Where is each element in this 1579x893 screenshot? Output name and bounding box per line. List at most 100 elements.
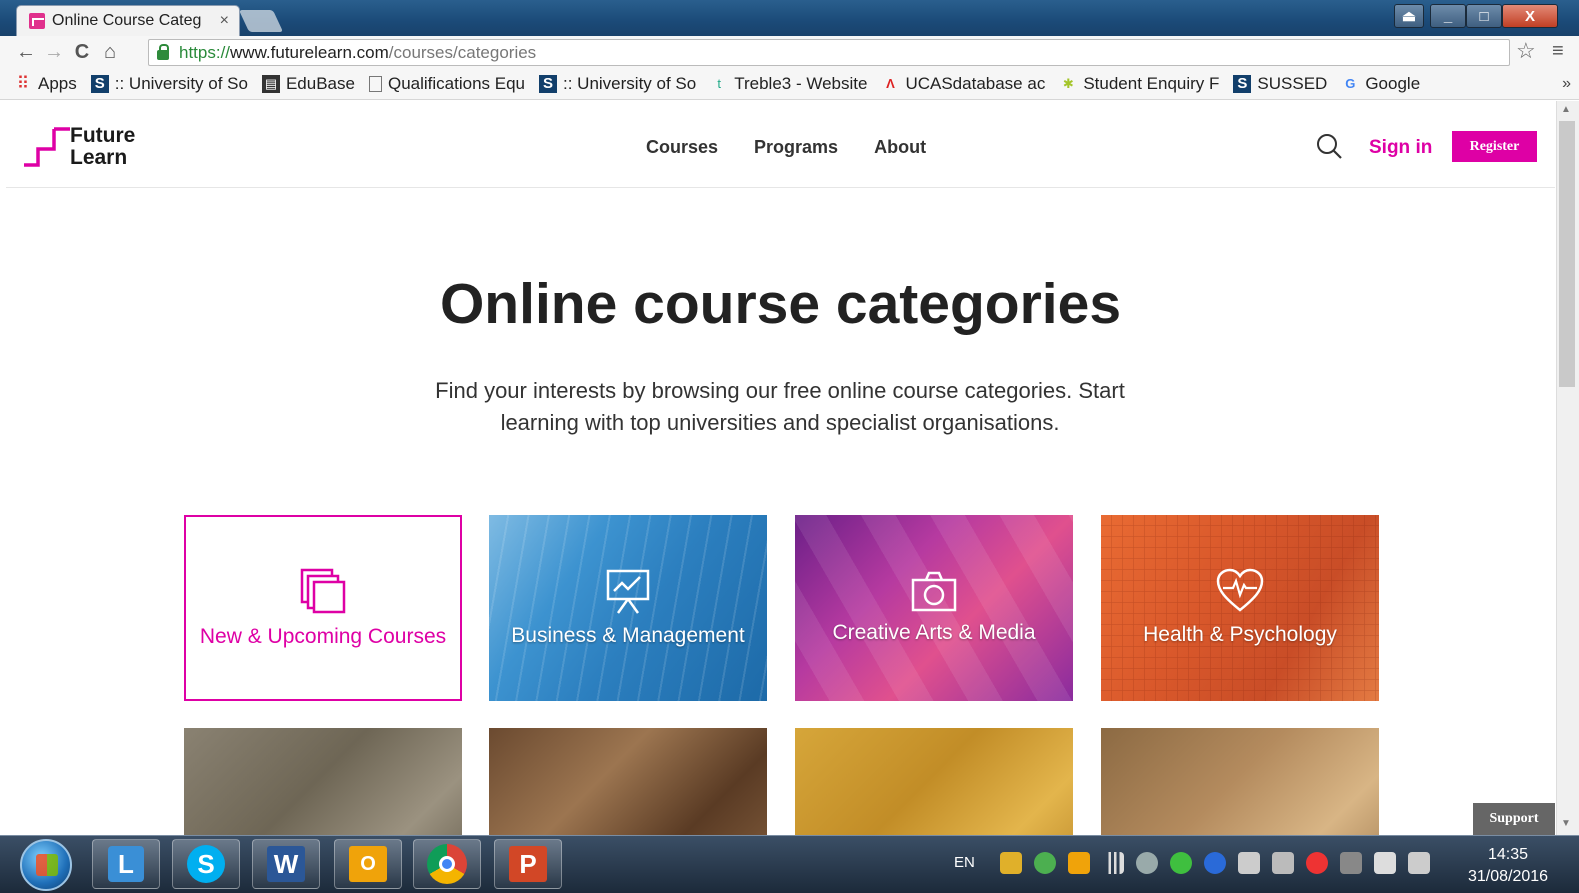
category-tile-literature[interactable]: " xyxy=(489,728,767,835)
category-label: Business & Management xyxy=(511,623,745,647)
search-icon[interactable] xyxy=(1316,133,1342,159)
tray-flag-icon[interactable] xyxy=(1000,852,1022,874)
bookmark-item[interactable]: ▤ EduBase xyxy=(261,74,355,94)
close-window-button[interactable]: X xyxy=(1502,4,1558,28)
tray-info-icon[interactable] xyxy=(1204,852,1226,874)
browser-tab[interactable]: Online Course Categ × xyxy=(16,5,240,36)
category-tile-law[interactable] xyxy=(795,728,1073,835)
category-label: Health & Psychology xyxy=(1143,622,1337,646)
taskbar-chrome[interactable] xyxy=(413,839,481,889)
skype-icon: S xyxy=(187,845,225,883)
bookmark-label: :: University of So xyxy=(563,74,697,93)
futurelearn-logo[interactable]: Future Learn xyxy=(24,125,144,169)
category-tile-new-upcoming[interactable]: New & Upcoming Courses xyxy=(184,515,462,701)
bookmark-item[interactable]: Qualifications Equ xyxy=(368,74,525,94)
edubase-icon: ▤ xyxy=(261,75,280,93)
word-icon: W xyxy=(267,846,305,882)
home-icon[interactable]: ⌂ xyxy=(96,41,124,64)
bookmarks-bar: ⠿ Apps S:: University of So ▤ EduBase Qualifi… xyxy=(0,69,1579,100)
tray-signal-icon[interactable] xyxy=(1102,852,1124,874)
category-tile-health[interactable]: Health & Psychology xyxy=(1101,515,1379,701)
tray-usb-icon[interactable] xyxy=(1238,852,1260,874)
sign-in-link[interactable]: Sign in xyxy=(1369,137,1432,159)
nav-about[interactable]: About xyxy=(874,137,926,158)
nav-courses[interactable]: Courses xyxy=(646,137,718,158)
scrollbar-thumb[interactable] xyxy=(1559,121,1575,387)
address-bar[interactable]: https:// www.futurelearn.com /courses/ca… xyxy=(148,39,1510,66)
ucas-icon: Λ xyxy=(886,76,895,91)
s-logo-icon: S xyxy=(1233,75,1252,93)
browser-toolbar: ← → C ⌂ https:// www.futurelearn.com /co… xyxy=(0,36,1579,69)
apps-grid-icon: ⠿ xyxy=(16,74,30,93)
bookmark-label: Apps xyxy=(38,74,77,93)
url-scheme: https:// xyxy=(179,42,231,62)
bookmark-label: Google xyxy=(1365,74,1421,93)
bookmarks-overflow-icon[interactable]: » xyxy=(1562,75,1571,93)
scroll-up-arrow-icon[interactable]: ▲ xyxy=(1561,104,1571,115)
minimize-button[interactable]: _ xyxy=(1430,4,1466,28)
bookmark-label: Student Enquiry F xyxy=(1083,74,1220,93)
system-tray xyxy=(1000,852,1430,874)
tray-device-icon[interactable] xyxy=(1340,852,1362,874)
taskbar-lync[interactable]: L xyxy=(92,839,160,889)
browser-title-bar: Online Course Categ × ⏏ _ □ X xyxy=(0,0,1579,36)
tab-close-icon[interactable]: × xyxy=(220,12,229,30)
tray-battery-icon[interactable] xyxy=(1374,852,1396,874)
tray-green-icon[interactable] xyxy=(1034,852,1056,874)
futurelearn-logo-icon xyxy=(24,127,70,167)
bookmark-label: Qualifications Equ xyxy=(387,74,525,93)
bookmark-item[interactable]: ✱ Student Enquiry F xyxy=(1059,74,1220,94)
tray-wifi-icon[interactable] xyxy=(1272,852,1294,874)
taskbar-skype[interactable]: S xyxy=(172,839,240,889)
category-tile-creative-arts[interactable]: Creative Arts & Media xyxy=(795,515,1073,701)
category-tile-languages[interactable] xyxy=(1101,728,1379,835)
taskbar-clock[interactable]: 14:35 31/08/2016 xyxy=(1458,844,1558,888)
profile-icon[interactable]: ⏏ xyxy=(1394,4,1424,28)
url-path: /courses/categories xyxy=(388,42,537,62)
tray-outlook-icon[interactable] xyxy=(1068,852,1090,874)
bookmark-star-icon[interactable]: ☆ xyxy=(1516,38,1536,64)
taskbar-powerpoint[interactable]: P xyxy=(494,839,562,889)
register-button[interactable]: Register xyxy=(1452,131,1537,162)
tray-network-icon[interactable] xyxy=(1136,852,1158,874)
outlook-icon: O xyxy=(349,846,387,882)
category-label: New & Upcoming Courses xyxy=(199,624,447,648)
chrome-menu-icon[interactable]: ≡ xyxy=(1552,40,1564,63)
main-nav: Courses Programs About xyxy=(646,137,926,158)
bookmark-label: Treble3 - Website xyxy=(734,74,868,93)
taskbar-word[interactable]: W xyxy=(252,839,320,889)
taskbar-outlook[interactable]: O xyxy=(334,839,402,889)
bookmark-item[interactable]: ⠿ Apps xyxy=(14,74,77,94)
heart-pulse-icon xyxy=(1216,568,1264,612)
layers-icon xyxy=(300,568,346,613)
tray-sync-icon[interactable] xyxy=(1170,852,1192,874)
maximize-button[interactable]: □ xyxy=(1466,4,1502,28)
chrome-icon xyxy=(427,844,467,884)
reload-icon[interactable]: C xyxy=(68,41,96,64)
logo-text-line1: Future xyxy=(70,124,136,147)
bookmark-item[interactable]: G Google xyxy=(1341,74,1420,94)
windows-taskbar: L S W O P EN 14:35 31/08/2016 xyxy=(0,835,1579,893)
scroll-down-arrow-icon[interactable]: ▼ xyxy=(1561,818,1571,829)
nav-programs[interactable]: Programs xyxy=(754,137,838,158)
bookmark-item[interactable]: t Treble3 - Website xyxy=(710,74,867,94)
forward-arrow-icon[interactable]: → xyxy=(40,41,68,64)
bookmark-item[interactable]: S:: University of So xyxy=(90,74,248,94)
category-tile-history[interactable] xyxy=(184,728,462,835)
new-tab-button[interactable] xyxy=(238,10,284,32)
bookmark-item[interactable]: S:: University of So xyxy=(539,74,696,94)
bookmark-item[interactable]: S SUSSED xyxy=(1233,74,1327,94)
bookmark-label: UCASdatabase ac xyxy=(905,74,1046,93)
bookmark-label: :: University of So xyxy=(114,74,248,93)
s-logo-icon: S xyxy=(539,75,557,93)
tray-volume-icon[interactable] xyxy=(1408,852,1430,874)
back-arrow-icon[interactable]: ← xyxy=(12,41,40,64)
site-header: Future Learn Courses Programs About Sign… xyxy=(6,101,1555,188)
start-button[interactable] xyxy=(20,839,72,891)
support-button[interactable]: Support xyxy=(1473,803,1555,835)
category-tile-business[interactable]: Business & Management xyxy=(489,515,767,701)
bookmark-item[interactable]: Λ UCASdatabase ac xyxy=(881,74,1045,94)
language-indicator[interactable]: EN xyxy=(954,854,975,871)
bookmark-label: EduBase xyxy=(285,74,355,93)
tray-alert-icon[interactable] xyxy=(1306,852,1328,874)
